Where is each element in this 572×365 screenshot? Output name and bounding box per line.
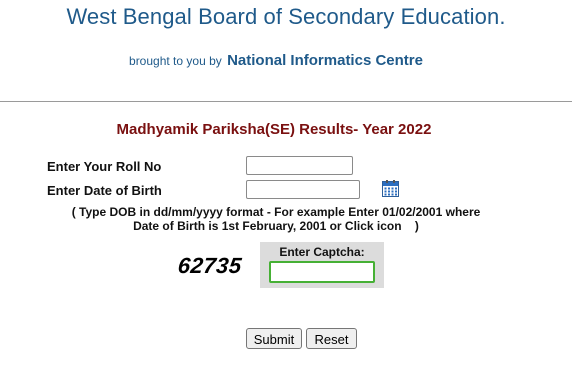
hint-line-1: ( Type DOB in dd/mm/yyyy format - For ex…: [71, 205, 481, 219]
calendar-icon[interactable]: [382, 180, 399, 197]
credit-prefix: brought to you by: [129, 54, 222, 68]
captcha-image-code: 62735: [176, 253, 244, 278]
dob-label: Enter Date of Birth: [47, 183, 162, 198]
roll-input[interactable]: [246, 156, 353, 175]
header-divider: [0, 101, 572, 102]
site-title: West Bengal Board of Secondary Education…: [66, 4, 506, 29]
credit-line: brought to you by National Informatics C…: [0, 52, 552, 69]
dob-format-hint: ( Type DOB in dd/mm/yyyy format - For ex…: [0, 205, 552, 233]
captcha-input[interactable]: [269, 261, 375, 283]
reset-button[interactable]: Reset: [306, 328, 357, 349]
submit-button[interactable]: Submit: [246, 328, 302, 349]
roll-label: Enter Your Roll No: [47, 159, 162, 174]
captcha-label: Enter Captcha:: [279, 245, 365, 259]
hint-line-2: Date of Birth is 1st February, 2001 or C…: [133, 219, 419, 233]
credit-org: National Informatics Centre: [227, 52, 423, 69]
dob-input[interactable]: [246, 180, 360, 199]
exam-title: Madhyamik Pariksha(SE) Results- Year 202…: [116, 121, 432, 138]
